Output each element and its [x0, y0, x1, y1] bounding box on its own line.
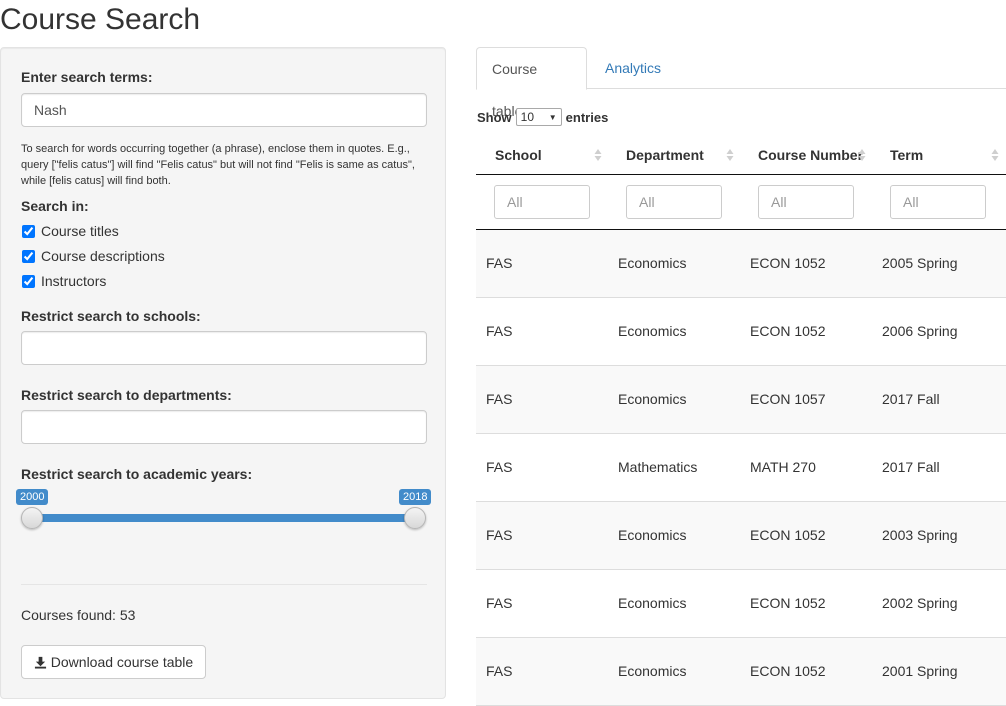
search-sidebar: Enter search terms: To search for words …: [0, 47, 446, 699]
course-titles-checkbox[interactable]: [22, 224, 35, 238]
cell-department: Economics: [618, 527, 687, 543]
cell-department: Economics: [618, 255, 687, 271]
download-course-table-button[interactable]: Download course table: [21, 645, 206, 679]
cell-course-number: ECON 1052: [750, 323, 826, 339]
cell-school: FAS: [486, 391, 513, 407]
search-help-text: To search for words occurring together (…: [21, 143, 415, 187]
table-row[interactable]: FAS Economics ECON 1052 2001 Spring: [476, 638, 1006, 706]
cell-term: 2001 Spring: [882, 663, 958, 679]
checkbox-course-descriptions[interactable]: Course descriptions: [21, 246, 165, 266]
table-header: School Department Course Number Term: [476, 136, 1006, 175]
checkbox-course-titles[interactable]: Course titles: [21, 221, 119, 241]
cell-course-number: ECON 1052: [750, 255, 826, 271]
checkbox-instructors[interactable]: Instructors: [21, 271, 106, 291]
filter-term[interactable]: [890, 185, 986, 219]
instructors-checkbox[interactable]: [22, 274, 35, 288]
cell-school: FAS: [486, 255, 513, 271]
slider-min-badge: 2000: [16, 489, 49, 505]
cell-term: 2003 Spring: [882, 527, 958, 543]
cell-school: FAS: [486, 527, 513, 543]
cell-term: 2002 Spring: [882, 595, 958, 611]
cell-department: Economics: [618, 595, 687, 611]
cell-course-number: ECON 1052: [750, 663, 826, 679]
column-header-department[interactable]: Department: [626, 136, 704, 174]
show-label: Show: [477, 109, 512, 125]
column-header-term[interactable]: Term: [890, 136, 923, 174]
years-label: Restrict search to academic years:: [21, 466, 253, 482]
sort-icon: [594, 149, 602, 161]
filter-school[interactable]: [494, 185, 590, 219]
divider: [21, 584, 427, 585]
filter-department[interactable]: [626, 185, 722, 219]
courses-found-count: Courses found: 53: [21, 607, 136, 623]
cell-school: FAS: [486, 459, 513, 475]
cell-school: FAS: [486, 595, 513, 611]
download-icon: [34, 656, 46, 669]
filter-course-number[interactable]: [758, 185, 854, 219]
table-row[interactable]: FAS Economics ECON 1052 2002 Spring: [476, 570, 1006, 638]
cell-department: Mathematics: [618, 459, 698, 475]
cell-school: FAS: [486, 323, 513, 339]
cell-course-number: ECON 1052: [750, 595, 826, 611]
cell-department: Economics: [618, 663, 687, 679]
entries-select[interactable]: 10 ▼: [515, 108, 562, 126]
checkbox-label: Course titles: [41, 223, 119, 239]
schools-input[interactable]: [21, 331, 427, 365]
download-button-label: Download course table: [50, 654, 194, 670]
departments-label: Restrict search to departments:: [21, 387, 232, 403]
entries-value: 10: [520, 110, 535, 124]
main-tabs: Course table Analytics: [476, 47, 1006, 119]
tab-analytics[interactable]: Analytics: [590, 47, 676, 89]
course-table-body: FAS Economics ECON 1052 2005 Spring FAS …: [476, 230, 1006, 706]
cell-term: 2005 Spring: [882, 255, 958, 271]
entries-label: entries: [565, 109, 609, 125]
course-descriptions-checkbox[interactable]: [22, 249, 35, 263]
cell-course-number: MATH 270: [750, 459, 816, 475]
table-row[interactable]: FAS Economics ECON 1052 2006 Spring: [476, 298, 1006, 366]
sort-icon: [726, 149, 734, 161]
page-title: Course Search: [0, 3, 201, 36]
cell-course-number: ECON 1057: [750, 391, 826, 407]
departments-input[interactable]: [21, 410, 427, 444]
slider-max-badge: 2018: [399, 489, 432, 505]
cell-term: 2006 Spring: [882, 323, 958, 339]
cell-term: 2017 Fall: [882, 459, 940, 475]
show-entries-control: Show 10 ▼ entries: [477, 108, 608, 126]
slider-handle-from[interactable]: [21, 507, 43, 529]
tab-course-table[interactable]: Course table: [476, 47, 587, 119]
cell-department: Economics: [618, 391, 687, 407]
checkbox-label: Course descriptions: [41, 248, 165, 264]
column-header-course-number[interactable]: Course Number: [758, 136, 863, 174]
cell-course-number: ECON 1052: [750, 527, 826, 543]
table-row[interactable]: FAS Mathematics MATH 270 2017 Fall: [476, 434, 1006, 502]
chevron-down-icon: ▼: [548, 112, 557, 122]
table-row[interactable]: FAS Economics ECON 1057 2017 Fall: [476, 366, 1006, 434]
slider-handle-to[interactable]: [404, 507, 426, 529]
column-header-school[interactable]: School: [495, 136, 542, 174]
search-in-label: Search in:: [21, 198, 89, 214]
sort-icon: [858, 149, 866, 161]
cell-school: FAS: [486, 663, 513, 679]
cell-term: 2017 Fall: [882, 391, 940, 407]
checkbox-label: Instructors: [41, 273, 107, 289]
search-label: Enter search terms:: [21, 69, 153, 85]
table-row[interactable]: FAS Economics ECON 1052 2003 Spring: [476, 502, 1006, 570]
cell-department: Economics: [618, 323, 687, 339]
table-row[interactable]: FAS Economics ECON 1052 2005 Spring: [476, 230, 1006, 298]
sort-icon: [991, 149, 999, 161]
schools-label: Restrict search to schools:: [21, 308, 201, 324]
year-range-slider[interactable]: [32, 514, 416, 522]
search-input[interactable]: [21, 93, 427, 127]
column-filters: [476, 175, 1006, 230]
